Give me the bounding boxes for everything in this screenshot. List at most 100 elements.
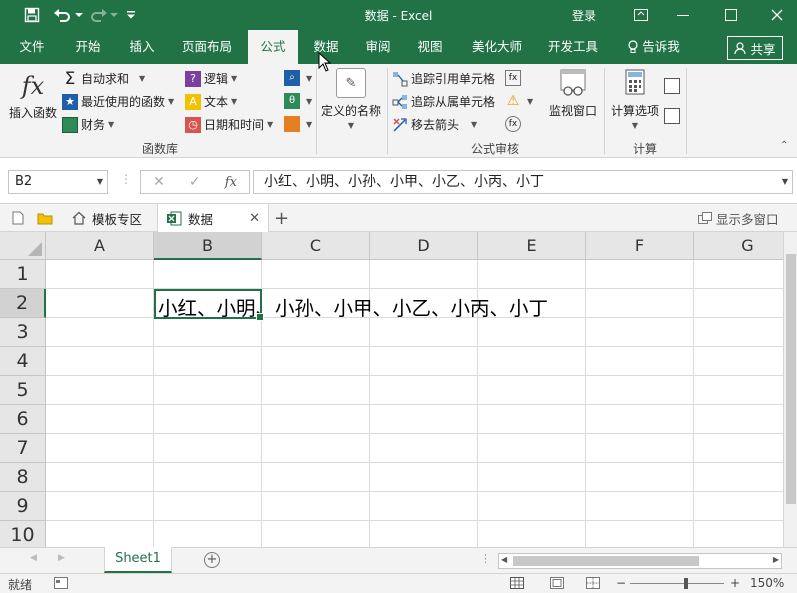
tab-review[interactable]: 审阅: [354, 30, 402, 64]
resize-handle-icon[interactable]: ⋮: [120, 172, 132, 186]
show-multi-window-button[interactable]: 显示多窗口: [698, 204, 779, 232]
calculate-now-button[interactable]: [664, 78, 683, 94]
share-button[interactable]: 共享: [727, 36, 783, 60]
tab-insert[interactable]: 插入: [118, 30, 166, 64]
financial-button[interactable]: 财务 ▼: [62, 116, 114, 133]
tab-developer[interactable]: 开发工具: [540, 30, 606, 64]
row-header[interactable]: 9: [0, 492, 46, 521]
redo-icon[interactable]: [88, 0, 110, 30]
column-header-a[interactable]: A: [46, 232, 154, 260]
watch-window-button[interactable]: 监视窗口: [546, 68, 600, 119]
save-icon[interactable]: [20, 0, 44, 30]
row-header[interactable]: 7: [0, 434, 46, 463]
column-header-b[interactable]: B: [154, 232, 262, 260]
column-header-g[interactable]: G: [694, 232, 783, 260]
remove-arrows-button[interactable]: 移去箭头 ▼: [392, 116, 477, 133]
lookup-reference-button[interactable]: ⌕ ▼: [284, 70, 312, 86]
sheet-tab-sheet1[interactable]: Sheet1: [104, 547, 172, 573]
ribbon-display-options-icon[interactable]: [621, 0, 661, 30]
row-header[interactable]: 2: [0, 289, 46, 318]
tab-view[interactable]: 视图: [406, 30, 454, 64]
show-formulas-button[interactable]: fx: [505, 70, 524, 86]
name-box[interactable]: B2 ▼: [8, 170, 108, 194]
expand-formula-bar-icon[interactable]: ▼: [782, 171, 788, 193]
enter-icon[interactable]: ✓: [189, 174, 201, 190]
autosum-button[interactable]: Σ 自动求和 ▼: [62, 70, 146, 87]
cell-b2[interactable]: 小红、小明、小孙、小甲、小乙、小丙、小丁: [158, 292, 548, 321]
add-tab-button[interactable]: +: [274, 204, 289, 232]
text-button[interactable]: A 文本 ▼: [185, 93, 237, 110]
tab-file[interactable]: 文件: [8, 30, 56, 64]
row-header[interactable]: 3: [0, 318, 46, 347]
vertical-scrollbar[interactable]: [783, 232, 797, 547]
select-all-button[interactable]: [0, 232, 46, 260]
close-icon[interactable]: [757, 0, 797, 30]
calculation-options-button[interactable]: 计算选项 ▼: [608, 68, 662, 130]
split-handle-icon[interactable]: ⋮: [480, 552, 491, 565]
row-header[interactable]: 5: [0, 376, 46, 405]
window-title: 数据 - Excel: [364, 9, 433, 23]
tab-formulas[interactable]: 公式: [248, 30, 298, 64]
open-folder-icon[interactable]: [37, 204, 53, 232]
zoom-slider[interactable]: [630, 583, 724, 584]
scroll-right-icon[interactable]: ▶: [773, 555, 779, 564]
login-link[interactable]: 登录: [572, 7, 596, 24]
chevron-down-icon: ▼: [139, 74, 146, 83]
column-header-f[interactable]: F: [586, 232, 694, 260]
row-header[interactable]: 1: [0, 260, 46, 289]
normal-view-icon[interactable]: [510, 577, 524, 589]
row-header[interactable]: 8: [0, 463, 46, 492]
scroll-sheets-right-icon[interactable]: ▶: [58, 553, 65, 563]
calculate-sheet-button[interactable]: [664, 108, 683, 124]
error-checking-button[interactable]: ⚠ ▼: [505, 93, 533, 109]
new-document-icon[interactable]: [12, 204, 24, 232]
logical-button[interactable]: ? 逻辑 ▼: [185, 70, 237, 87]
evaluate-formula-button[interactable]: fx: [505, 116, 524, 132]
undo-icon[interactable]: [50, 0, 74, 30]
column-header-e[interactable]: E: [478, 232, 586, 260]
date-time-button[interactable]: ◷ 日期和时间 ▼: [185, 116, 273, 133]
tell-me-search[interactable]: 告诉我: [618, 30, 690, 64]
more-functions-button[interactable]: ▼: [284, 116, 312, 132]
recently-used-button[interactable]: ★ 最近使用的函数 ▼: [62, 93, 174, 110]
maximize-icon[interactable]: [711, 0, 751, 30]
trace-precedents-button[interactable]: 追踪引用单元格: [392, 70, 495, 87]
math-trig-button[interactable]: θ ▼: [284, 93, 312, 109]
defined-names-button[interactable]: ✎ 定义的名称 ▼: [320, 68, 382, 130]
row-header[interactable]: 4: [0, 347, 46, 376]
column-header-d[interactable]: D: [370, 232, 478, 260]
scroll-sheets-left-icon[interactable]: ◀: [30, 553, 37, 563]
macro-record-icon[interactable]: [54, 577, 68, 589]
redo-dropdown-icon[interactable]: [110, 0, 118, 30]
row-header[interactable]: 10: [0, 521, 46, 547]
row-header[interactable]: 6: [0, 405, 46, 434]
scroll-left-icon[interactable]: ◀: [501, 555, 507, 564]
formula-input[interactable]: 小红、小明、小孙、小甲、小乙、小丙、小丁 ▼: [253, 170, 793, 194]
vertical-scroll-thumb[interactable]: [786, 254, 796, 504]
horizontal-scrollbar[interactable]: ◀ ▶: [498, 553, 782, 569]
zoom-slider-thumb[interactable]: [684, 578, 688, 589]
tab-home[interactable]: 开始: [64, 30, 112, 64]
zoom-level[interactable]: 150%: [750, 576, 784, 590]
insert-function-button[interactable]: fx 插入函数: [6, 68, 60, 121]
column-header-c[interactable]: C: [262, 232, 370, 260]
horizontal-scroll-thumb[interactable]: [513, 556, 699, 566]
close-tab-icon[interactable]: ✕: [249, 211, 260, 226]
page-layout-view-icon[interactable]: [550, 577, 564, 589]
page-break-view-icon[interactable]: [586, 577, 600, 589]
document-tab-active[interactable]: 数据 ✕: [157, 204, 269, 232]
chevron-down-icon[interactable]: ▼: [97, 171, 103, 193]
template-zone-tab[interactable]: 模板专区: [62, 204, 152, 232]
tab-beautify-master[interactable]: 美化大师: [462, 30, 532, 64]
zoom-in-button[interactable]: +: [730, 576, 740, 590]
tab-page-layout[interactable]: 页面布局: [174, 30, 240, 64]
customize-toolbar-icon[interactable]: [124, 0, 138, 30]
zoom-out-button[interactable]: −: [616, 576, 626, 590]
trace-dependents-button[interactable]: 追踪从属单元格: [392, 93, 495, 110]
cancel-icon[interactable]: ✕: [153, 174, 165, 190]
add-sheet-button[interactable]: +: [204, 552, 220, 568]
minimize-icon[interactable]: [663, 0, 703, 30]
undo-dropdown-icon[interactable]: [74, 0, 84, 30]
collapse-ribbon-button[interactable]: ⌃: [780, 140, 788, 151]
insert-function-fx-button[interactable]: fx: [225, 175, 237, 190]
